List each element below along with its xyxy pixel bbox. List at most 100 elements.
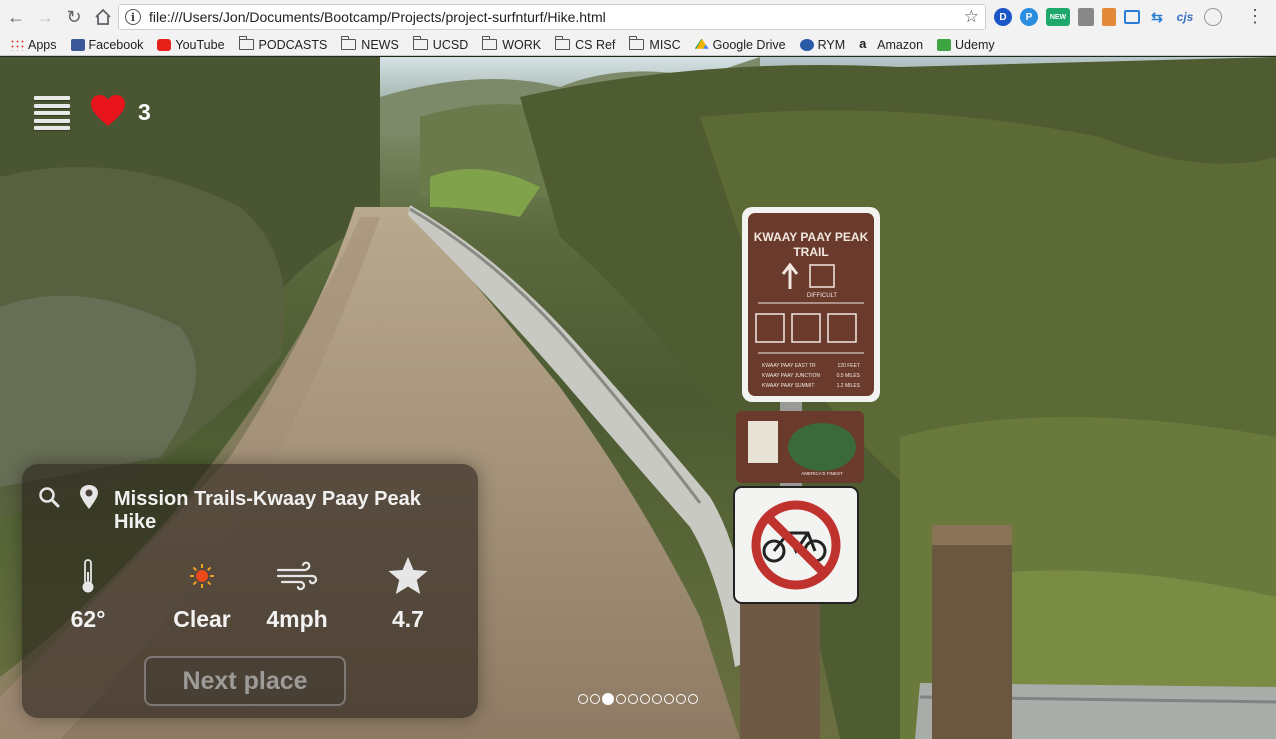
carousel-dot[interactable] <box>628 694 638 704</box>
bookmark-label: Apps <box>28 37 57 52</box>
reload-icon[interactable]: ↻ <box>61 4 87 30</box>
trail-sign-dist-2-place: KWAAY PAAY JUNCTION <box>762 373 820 379</box>
address-bar[interactable]: i file:///Users/Jon/Documents/Bootcamp/P… <box>118 4 986 30</box>
browser-menu-icon[interactable]: ⋮ <box>1246 6 1264 27</box>
bookmark-item[interactable]: WORK <box>482 36 542 52</box>
place-info-panel: Mission Trails-Kwaay Paay Peak Hike 62° <box>22 464 478 718</box>
temperature-value: 62° <box>70 606 106 632</box>
bookmark-label: YouTube <box>175 37 225 52</box>
carousel-dot[interactable] <box>640 694 650 704</box>
trail-sign-dist-2-value: 0.5 MILES <box>837 373 861 379</box>
like-count: 3 <box>138 99 151 125</box>
home-icon[interactable] <box>90 4 116 30</box>
bookmark-item[interactable]: a Amazon <box>859 35 924 52</box>
bookmark-label: Amazon <box>877 37 924 52</box>
browser-toolbar: ← → ↻ i file:///Users/Jon/Documents/Boot… <box>0 0 1276 34</box>
sun-icon <box>190 564 214 588</box>
url-text[interactable]: file:///Users/Jon/Documents/Bootcamp/Pro… <box>149 9 606 25</box>
carousel-dot[interactable] <box>602 693 614 705</box>
bookmark-item[interactable]: Google Drive <box>694 37 786 52</box>
folder-icon <box>555 36 571 50</box>
location-pin-icon <box>80 485 98 509</box>
trail-sign-title-2: TRAIL <box>793 245 828 259</box>
bookmark-item[interactable]: CS Ref <box>555 36 615 52</box>
folder-icon <box>238 36 254 50</box>
eyedropper-icon[interactable] <box>1078 8 1094 26</box>
bookmark-item[interactable]: MISC <box>629 36 681 52</box>
wind-icon <box>276 561 318 591</box>
folder-icon <box>341 36 357 50</box>
extension-d-icon[interactable]: D <box>994 8 1012 26</box>
folder-icon <box>629 36 645 50</box>
trail-sign-dist-3-value: 1.2 MILES <box>837 383 861 389</box>
trail-sign-dist-1-place: KWAAY PAAY EAST TR <box>762 363 816 369</box>
conditions-value: Clear <box>173 606 231 632</box>
hamburger-menu-icon[interactable] <box>34 96 70 130</box>
extension-p-label: P <box>1025 11 1033 23</box>
search-icon[interactable] <box>38 486 60 508</box>
extension-p-icon[interactable]: P <box>1020 8 1038 26</box>
back-arrow-icon[interactable]: ← <box>3 4 29 30</box>
bookmark-star-icon[interactable]: ☆ <box>964 7 979 27</box>
emblem-sign-text: AMERICA'S FINEST <box>801 471 843 476</box>
bookmark-item[interactable]: YouTube <box>157 37 225 52</box>
thermometer-icon <box>82 559 94 593</box>
extension-new-label: NEW <box>1049 13 1067 21</box>
carousel-dot[interactable] <box>578 694 588 704</box>
screenshot-icon[interactable] <box>1124 10 1140 24</box>
bookmark-label: RYM <box>817 37 846 52</box>
cjs-icon[interactable]: cjs <box>1174 8 1196 26</box>
bookmark-label: MISC <box>649 37 681 52</box>
trail-sign-dist-3-place: KWAAY PAAY SUMMIT <box>762 383 814 389</box>
next-place-button[interactable]: Next place <box>144 656 346 706</box>
carousel-dot[interactable] <box>652 694 662 704</box>
carousel-dot[interactable] <box>664 694 674 704</box>
trail-sign-difficulty: DIFFICULT <box>807 293 838 299</box>
youtube-icon <box>157 38 172 51</box>
temperature-stat: 62° <box>38 556 138 633</box>
rating-value: 4.7 <box>392 606 424 632</box>
bookmark-item[interactable]: PODCASTS <box>238 36 328 52</box>
rating-stat: 4.7 <box>358 556 458 633</box>
carousel-indicators <box>578 693 698 705</box>
apps-grid-icon <box>10 38 24 51</box>
carousel-dot[interactable] <box>616 694 626 704</box>
amazon-icon: a <box>859 35 867 51</box>
bookmark-label: WORK <box>502 37 542 52</box>
bookmark-label: PODCASTS <box>258 37 328 52</box>
wind-stat: 4mph <box>247 556 347 633</box>
bookmark-label: Udemy <box>955 37 995 52</box>
wind-value: 4mph <box>266 606 328 632</box>
bookmark-item[interactable]: Apps <box>10 38 57 52</box>
udemy-icon <box>937 38 952 51</box>
forward-arrow-icon[interactable]: → <box>32 4 58 30</box>
circle-extension-icon[interactable] <box>1204 8 1222 26</box>
place-name: Mission Trails-Kwaay Paay Peak Hike <box>114 488 421 533</box>
bookmark-item[interactable]: Udemy <box>937 38 995 52</box>
carousel-dot[interactable] <box>688 694 698 704</box>
ruler-icon[interactable] <box>1102 8 1116 26</box>
trail-sign-dist-1-value: 120 FEET <box>837 363 860 369</box>
heart-icon[interactable] <box>90 94 126 128</box>
trail-sign-title-1: KWAAY PAAY PEAK <box>754 230 869 244</box>
facebook-icon <box>70 38 85 51</box>
extension-new-icon[interactable]: NEW <box>1046 8 1070 26</box>
carousel-dot[interactable] <box>676 694 686 704</box>
sync-arrows-icon[interactable]: ⇆ <box>1148 8 1166 26</box>
bookmark-item[interactable]: NEWS <box>341 36 399 52</box>
bookmark-label: UCSD <box>432 37 469 52</box>
extensions-area: D P NEW ⇆ cjs <box>994 6 1222 28</box>
info-icon[interactable]: i <box>125 9 141 25</box>
extension-d-label: D <box>999 11 1007 23</box>
bookmark-item[interactable]: RYM <box>799 37 846 52</box>
bookmarks-bar: Apps Facebook YouTube PODCASTS NEWS UCSD WORK C… <box>0 34 1276 56</box>
folder-icon <box>412 36 428 50</box>
bookmark-label: Facebook <box>88 37 144 52</box>
star-icon <box>388 557 428 594</box>
google-drive-icon <box>694 38 709 49</box>
bookmark-item[interactable]: UCSD <box>412 36 469 52</box>
bookmark-label: NEWS <box>361 37 399 52</box>
bookmark-label: Google Drive <box>712 37 786 52</box>
carousel-dot[interactable] <box>590 694 600 704</box>
bookmark-item[interactable]: Facebook <box>70 37 144 52</box>
